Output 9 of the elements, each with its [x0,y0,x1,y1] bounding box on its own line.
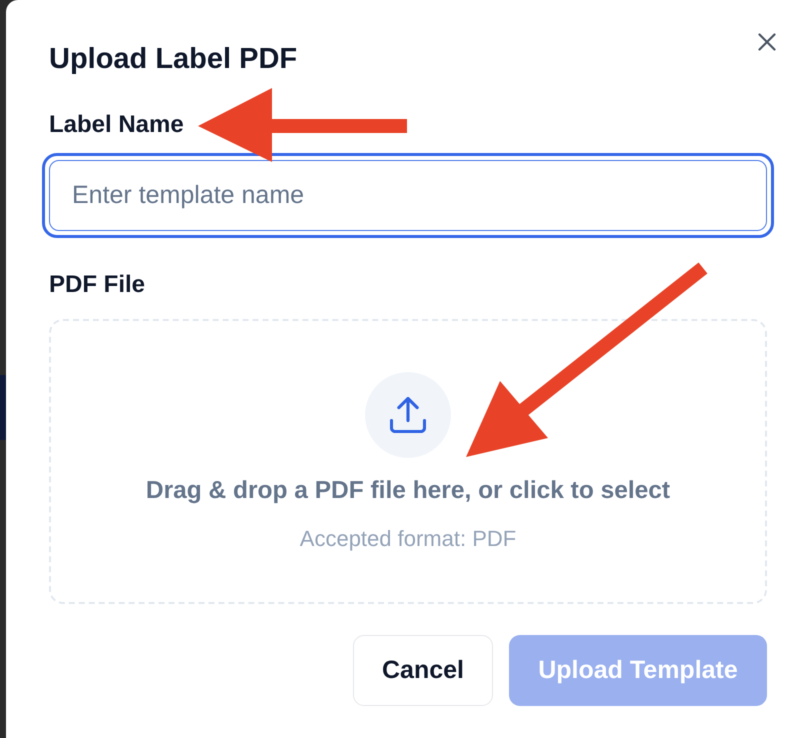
field-label: PDF File [49,271,146,299]
field-label: Label Name [49,111,185,139]
dialog-title: Upload Label PDF [49,42,298,76]
backdrop-panel [0,375,6,440]
text-input[interactable]: Enter template name [42,153,774,238]
close-icon [758,33,776,51]
dropzone-prompt: Drag & drop a PDF file here, or click to select [146,477,670,505]
cancel-button[interactable]: Cancel [353,635,493,706]
dropzone-hint: Accepted format: PDF [300,526,516,552]
